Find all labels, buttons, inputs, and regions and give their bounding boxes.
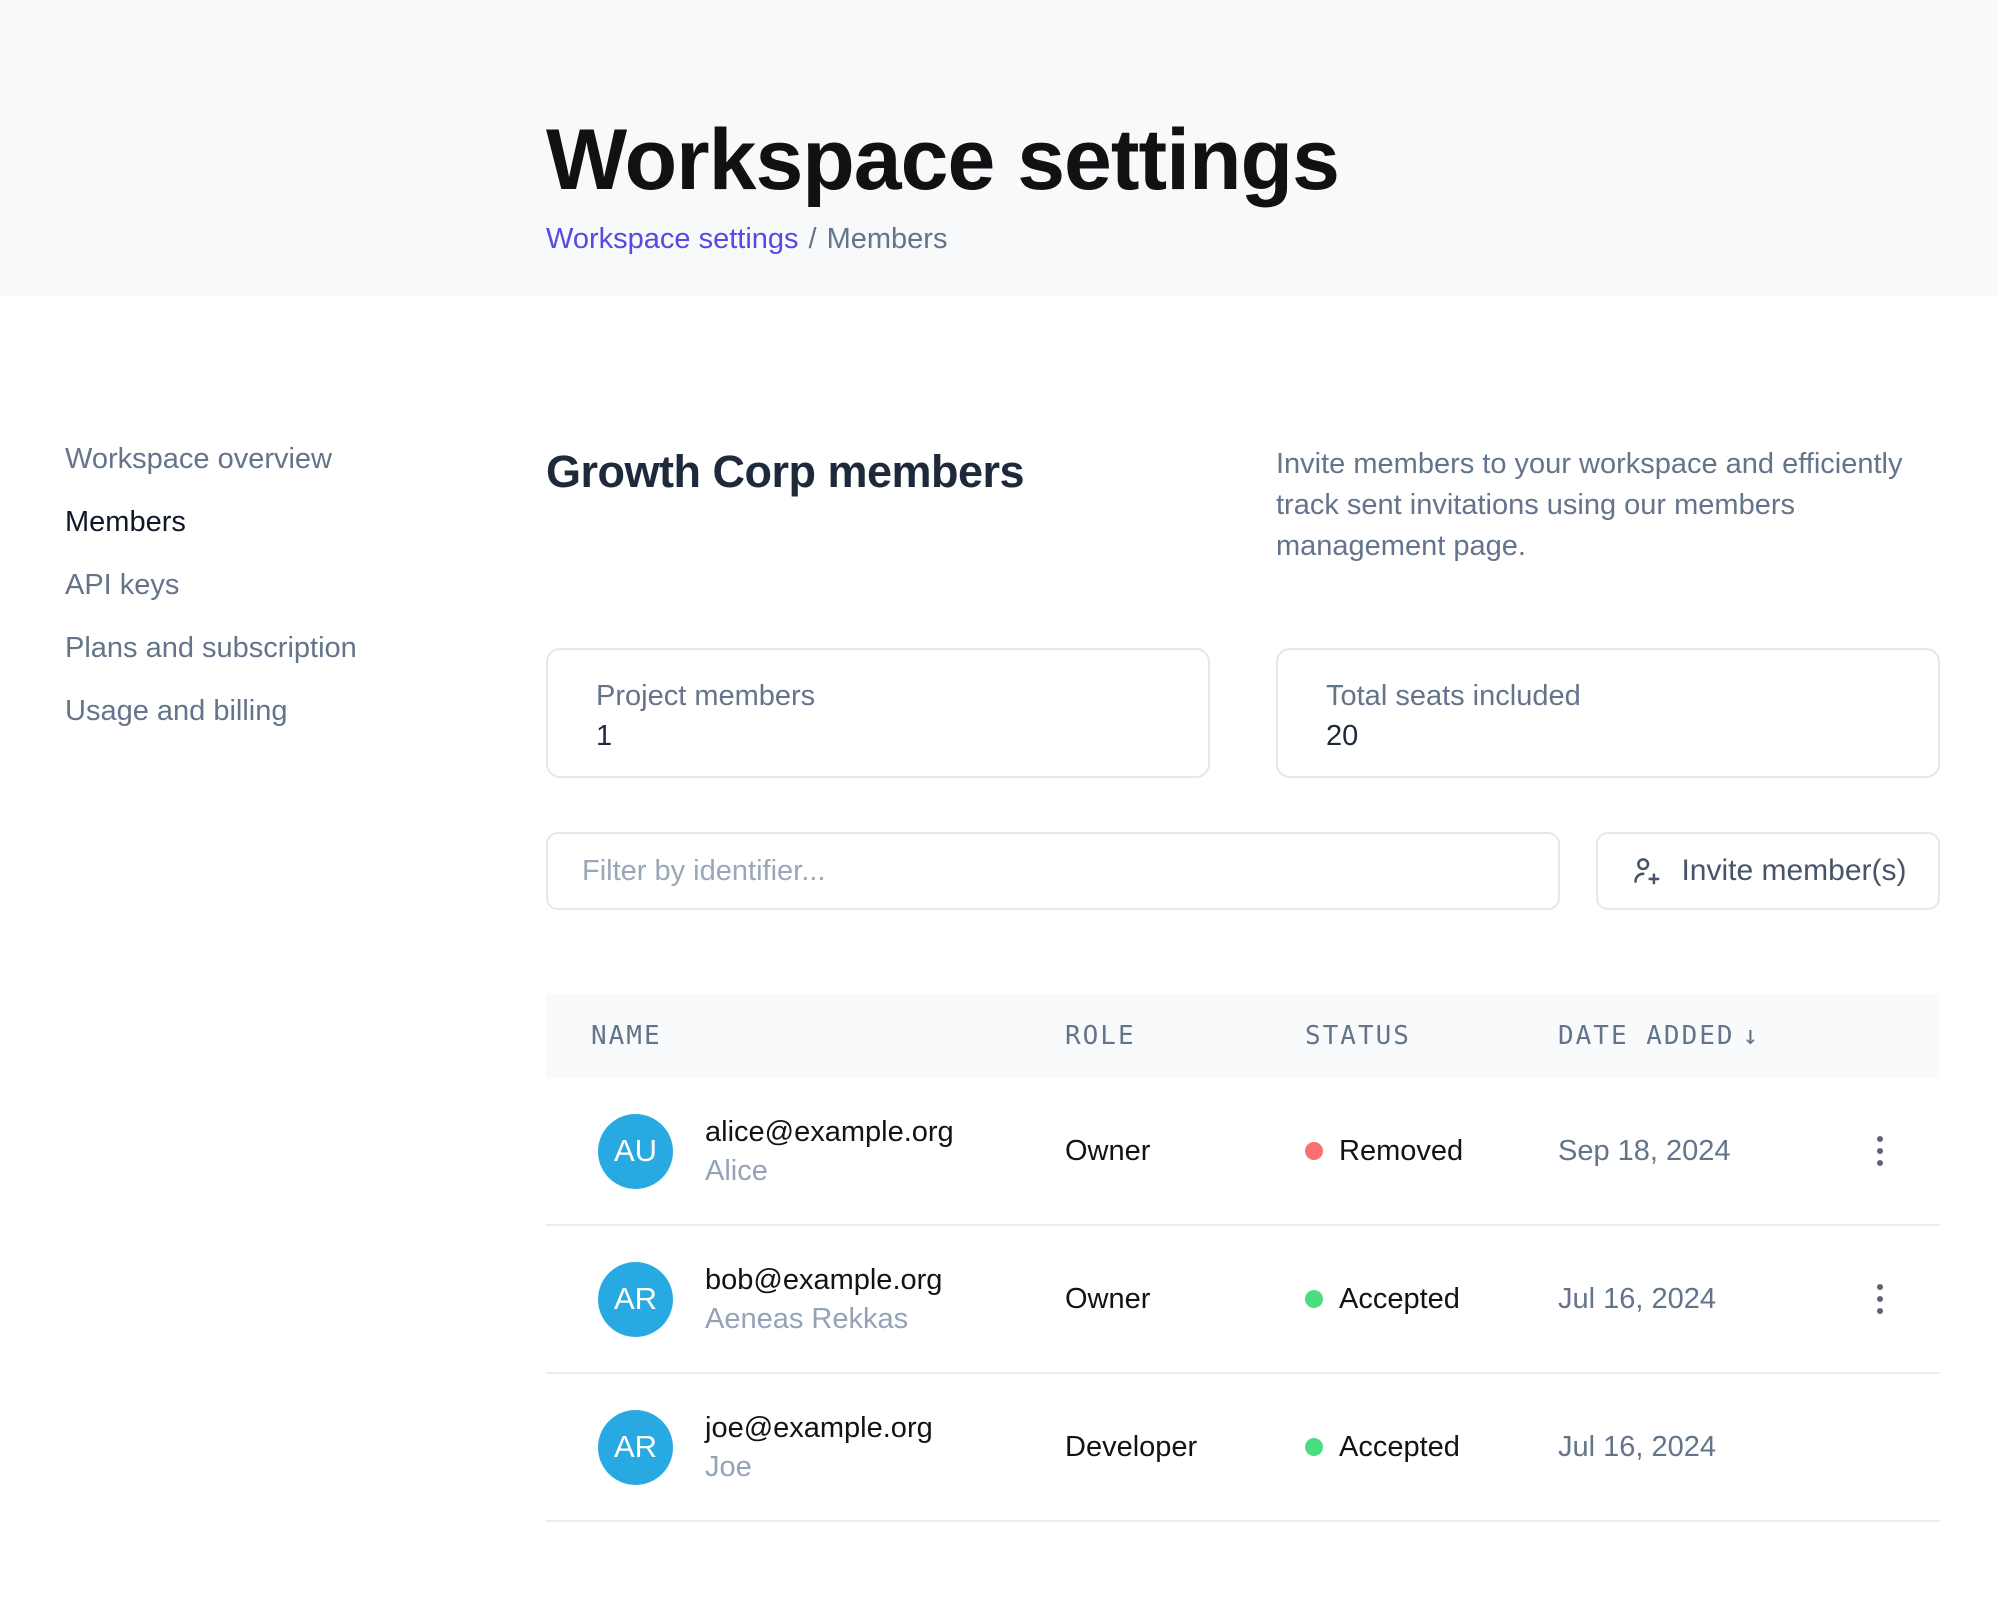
stat-value: 1 bbox=[596, 718, 1160, 754]
members-description: Invite members to your workspace and eff… bbox=[1276, 444, 1940, 567]
member-email: joe@example.org bbox=[705, 1410, 933, 1446]
member-email: bob@example.org bbox=[705, 1262, 942, 1298]
member-status: Removed bbox=[1305, 1135, 1558, 1168]
table-row: AU alice@example.org Alice Owner Removed… bbox=[546, 1078, 1940, 1226]
member-date-added: Jul 16, 2024 bbox=[1558, 1431, 1820, 1464]
avatar: AR bbox=[598, 1262, 673, 1337]
table-header-row: NAME ROLE STATUS DATE ADDED↓ bbox=[546, 994, 1940, 1078]
sort-desc-icon: ↓ bbox=[1743, 1021, 1759, 1051]
sidebar-item[interactable]: Usage and billing bbox=[65, 696, 287, 726]
stat-card-total-seats: Total seats included 20 bbox=[1276, 648, 1940, 778]
breadcrumb-separator: / bbox=[809, 223, 817, 255]
member-date-added: Sep 18, 2024 bbox=[1558, 1135, 1820, 1168]
avatar: AU bbox=[598, 1114, 673, 1189]
column-header-date-added[interactable]: DATE ADDED↓ bbox=[1558, 1021, 1820, 1051]
status-label: Removed bbox=[1339, 1135, 1463, 1168]
status-dot-icon bbox=[1305, 1438, 1323, 1456]
member-role: Owner bbox=[1065, 1135, 1305, 1168]
member-identity-cell: AR bob@example.org Aeneas Rekkas bbox=[546, 1262, 1065, 1337]
column-header-status: STATUS bbox=[1305, 1021, 1558, 1051]
settings-sidebar: Workspace overview Members API keys Plan… bbox=[0, 296, 546, 1522]
filter-input[interactable] bbox=[546, 832, 1560, 910]
member-role: Owner bbox=[1065, 1283, 1305, 1316]
row-actions-cell bbox=[1820, 1272, 1940, 1326]
invite-members-button[interactable]: Invite member(s) bbox=[1596, 832, 1940, 910]
status-label: Accepted bbox=[1339, 1283, 1460, 1316]
content-area: Workspace overview Members API keys Plan… bbox=[0, 296, 1998, 1522]
row-menu-kebab-icon[interactable] bbox=[1865, 1124, 1895, 1178]
page-header: Workspace settings Workspace settings / Me… bbox=[0, 0, 1998, 296]
table-row: AR joe@example.org Joe Developer Accepte… bbox=[546, 1374, 1940, 1522]
member-role: Developer bbox=[1065, 1431, 1305, 1464]
members-header-row: Growth Corp members Invite members to yo… bbox=[546, 444, 1940, 567]
member-name: Aeneas Rekkas bbox=[705, 1301, 942, 1337]
sidebar-item[interactable]: API keys bbox=[65, 570, 179, 600]
member-identity: bob@example.org Aeneas Rekkas bbox=[705, 1262, 942, 1337]
avatar: AR bbox=[598, 1410, 673, 1485]
member-name: Alice bbox=[705, 1153, 954, 1189]
breadcrumb-current: Members bbox=[827, 223, 948, 255]
member-status: Accepted bbox=[1305, 1283, 1558, 1316]
column-header-name: NAME bbox=[546, 1021, 1065, 1051]
status-dot-icon bbox=[1305, 1142, 1323, 1160]
user-plus-icon bbox=[1629, 854, 1663, 888]
member-identity: alice@example.org Alice bbox=[705, 1114, 954, 1189]
status-label: Accepted bbox=[1339, 1431, 1460, 1464]
breadcrumb-link-workspace-settings[interactable]: Workspace settings bbox=[546, 223, 799, 255]
row-actions-cell bbox=[1820, 1124, 1940, 1178]
members-panel: Growth Corp members Invite members to yo… bbox=[546, 296, 1940, 1522]
stats-cards: Project members 1 Total seats included 2… bbox=[546, 648, 1940, 778]
members-table: NAME ROLE STATUS DATE ADDED↓ AU alice@ex… bbox=[546, 994, 1940, 1522]
member-status: Accepted bbox=[1305, 1431, 1558, 1464]
column-header-role: ROLE bbox=[1065, 1021, 1305, 1051]
member-email: alice@example.org bbox=[705, 1114, 954, 1150]
row-actions-cell bbox=[1820, 1420, 1940, 1474]
sidebar-item[interactable]: Workspace overview bbox=[65, 444, 332, 474]
breadcrumb: Workspace settings / Members bbox=[546, 224, 1998, 254]
invite-button-label: Invite member(s) bbox=[1681, 854, 1906, 888]
sidebar-item[interactable]: Plans and subscription bbox=[65, 633, 357, 663]
members-heading: Growth Corp members bbox=[546, 444, 1024, 500]
table-actions-row: Invite member(s) bbox=[546, 832, 1940, 910]
status-dot-icon bbox=[1305, 1290, 1323, 1308]
stat-label: Total seats included bbox=[1326, 678, 1890, 714]
member-identity-cell: AR joe@example.org Joe bbox=[546, 1410, 1065, 1485]
member-identity-cell: AU alice@example.org Alice bbox=[546, 1114, 1065, 1189]
member-identity: joe@example.org Joe bbox=[705, 1410, 933, 1485]
member-date-added: Jul 16, 2024 bbox=[1558, 1283, 1820, 1316]
table-row: AR bob@example.org Aeneas Rekkas Owner A… bbox=[546, 1226, 1940, 1374]
page-title: Workspace settings bbox=[546, 112, 1998, 208]
member-name: Joe bbox=[705, 1449, 933, 1485]
stat-label: Project members bbox=[596, 678, 1160, 714]
stat-value: 20 bbox=[1326, 718, 1890, 754]
stat-card-project-members: Project members 1 bbox=[546, 648, 1210, 778]
row-menu-kebab-icon[interactable] bbox=[1865, 1272, 1895, 1326]
sidebar-item[interactable]: Members bbox=[65, 507, 186, 537]
